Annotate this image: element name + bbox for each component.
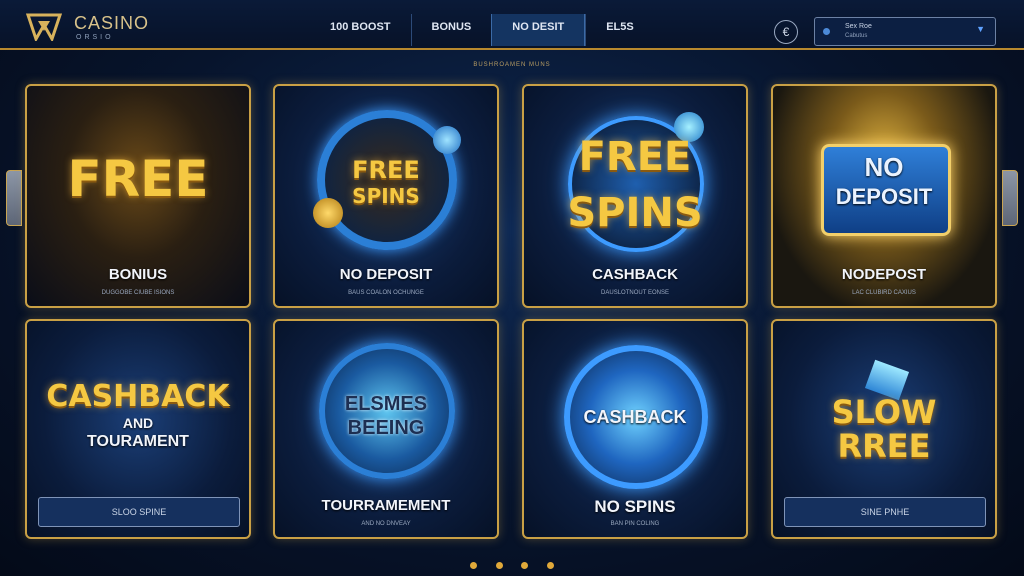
chevron-down-icon: ▼ — [976, 24, 985, 34]
card-art-line2: DEPOSIT — [835, 184, 933, 209]
page-dot[interactable] — [470, 562, 478, 569]
nav-item-boost[interactable]: 100 BOOST — [310, 14, 411, 46]
card-art-line1: SLOW — [831, 393, 937, 431]
card-art-line2: RREE — [837, 427, 931, 465]
card-art-line1: CASHBACK — [46, 379, 230, 414]
card-title: BONIUS — [108, 266, 168, 283]
card-art-line1: FREE — [352, 156, 420, 184]
card-art-line2: SPINS — [567, 190, 703, 236]
promo-card-no-deposit[interactable]: FREE SPINS NO DEPOSIT BAUS COALON OCHUNG… — [273, 84, 499, 308]
promo-card-cashback-tournament[interactable]: CASHBACK AND TOURAMENT SLOO SPINE — [25, 319, 251, 539]
card-art-line3: TOURAMENT — [87, 433, 189, 450]
brand-name[interactable]: CASINO — [74, 13, 149, 34]
page-dot[interactable] — [495, 562, 503, 569]
card-caption: LAC CLUBIRD CAXIUS — [852, 290, 916, 296]
card-art-line1: FREE — [578, 134, 692, 180]
card-art-line1: ELSMES — [344, 393, 428, 415]
carousel-prev-button[interactable] — [6, 170, 22, 226]
nav-item-no-deposit[interactable]: NO DESIT — [491, 14, 586, 46]
card-caption: DAUSLOTNOUT EONSE — [601, 290, 669, 296]
card-art-text: FREE — [67, 150, 209, 208]
promo-card-no-spins[interactable]: CASHBACK NO SPINS BAN PIN COLING — [522, 319, 748, 539]
currency-button[interactable]: € — [774, 20, 798, 44]
section-subtitle: BUSHROAMEN MUNS — [473, 62, 551, 68]
carousel-pagination — [0, 556, 1024, 574]
status-dot-icon — [823, 28, 830, 35]
card-title: NODEPOST — [841, 266, 927, 283]
promo-card-tournament[interactable]: ELSMES BEEING TOURRAMEMENT AND NO DNVEAY — [273, 319, 499, 539]
card-title: NO SPINS — [594, 497, 676, 516]
card-caption: BAN PIN COLING — [610, 521, 660, 527]
top-bar: CASINO ORSIO 100 BOOST BONUS NO DESIT EL… — [0, 0, 1024, 50]
main-nav: 100 BOOST BONUS NO DESIT EL5S — [310, 14, 654, 46]
brand-tagline: ORSIO — [76, 34, 114, 41]
account-selector[interactable]: Sex Roe Cabutus ▼ — [814, 17, 996, 46]
carousel-next-button[interactable] — [1002, 170, 1018, 226]
nav-item-slots[interactable]: EL5S — [585, 14, 654, 46]
card-title: NO DEPOSIT — [339, 266, 433, 283]
card-caption: BAUS COALON OCHUNGE — [348, 290, 424, 296]
account-name: Sex Roe — [845, 23, 872, 30]
card-art-line2: SPINS — [352, 184, 420, 208]
page-dot[interactable] — [546, 562, 554, 569]
card-art-text: CASHBACK — [583, 407, 687, 427]
card-action-button[interactable]: SINE PNHE — [784, 497, 986, 527]
card-art-line2: BEEING — [347, 417, 425, 439]
card-title: CASHBACK — [592, 266, 678, 283]
card-title: TOURRAMEMENT — [321, 497, 451, 514]
page-dot[interactable] — [521, 562, 529, 569]
promo-card-free-bonus[interactable]: FREE BONIUS DUGGOBE CIUBE ISIONS — [25, 84, 251, 308]
promo-card-slow-free[interactable]: SLOW RREE SINE PNHE — [771, 319, 997, 539]
promo-card-cashback[interactable]: FREE SPINS CASHBACK DAUSLOTNOUT EONSE — [522, 84, 748, 308]
card-art-line1: NO — [864, 152, 904, 182]
casino-logo-icon[interactable] — [26, 11, 62, 41]
nav-item-bonus[interactable]: BONUS — [410, 14, 492, 46]
card-caption: DUGGOBE CIUBE ISIONS — [101, 290, 175, 296]
card-caption: AND NO DNVEAY — [361, 521, 411, 527]
account-detail: Cabutus — [845, 33, 868, 39]
blue-gem-icon — [433, 126, 461, 154]
promo-card-no-deposit-2[interactable]: NO DEPOSIT NODEPOST LAC CLUBIRD CAXIUS — [771, 84, 997, 308]
card-art-line2: AND — [122, 415, 154, 431]
card-action-button[interactable]: SLOO SPINE — [38, 497, 240, 527]
